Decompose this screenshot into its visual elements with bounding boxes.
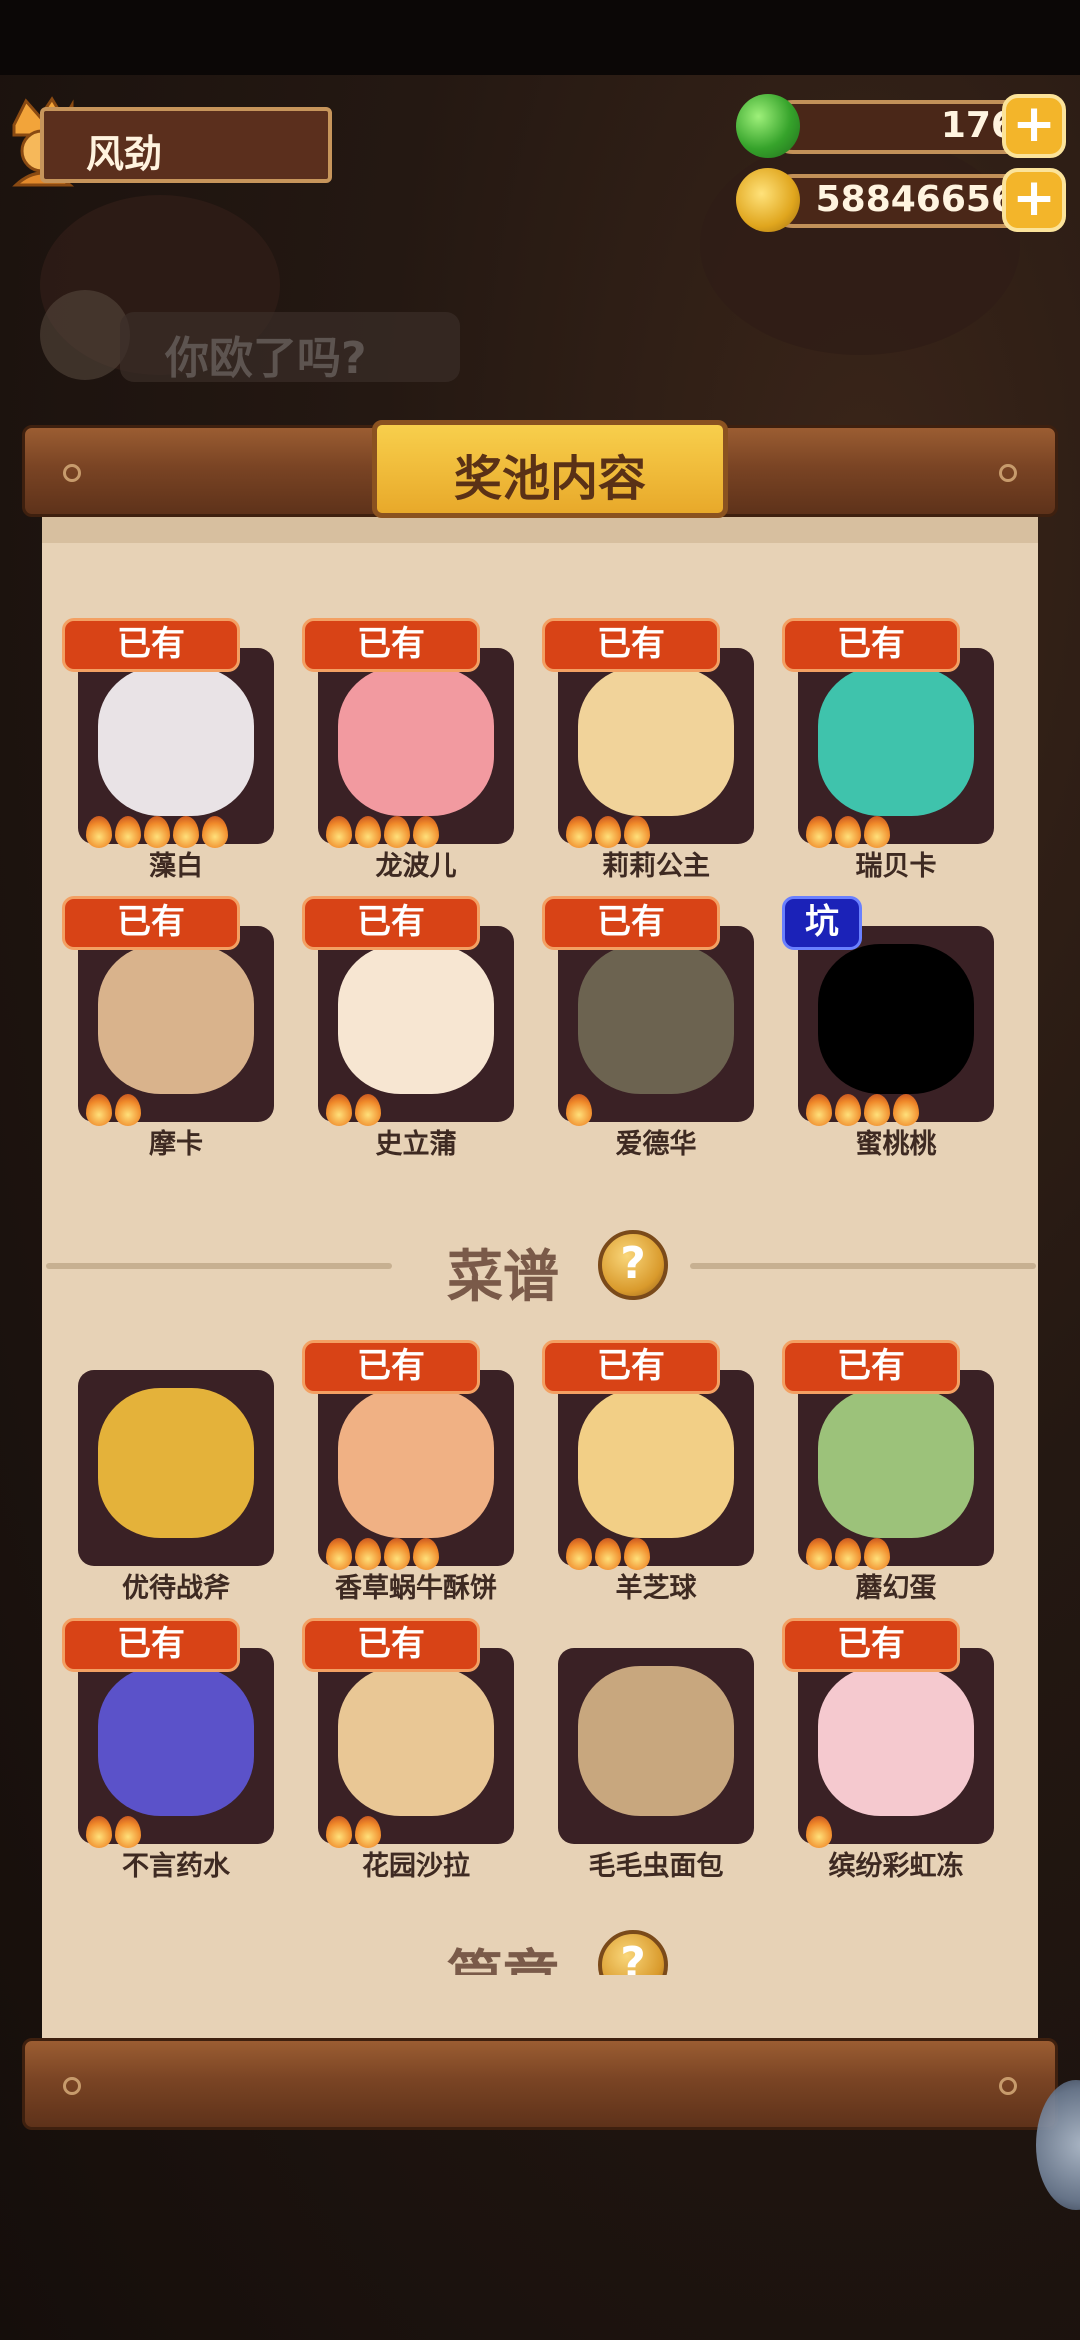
character-portrait <box>578 666 734 816</box>
character-card[interactable]: 已有藻白 <box>62 618 302 882</box>
jade-gem-icon <box>736 94 800 158</box>
add-gold-button[interactable]: + <box>1002 168 1066 232</box>
owned-badge: 已有 <box>542 618 720 672</box>
recipe-name: 香草蜗牛酥饼 <box>335 1573 497 1604</box>
character-name: 蜜桃桃 <box>855 1129 937 1160</box>
recipe-name: 不言药水 <box>122 1851 230 1882</box>
character-card[interactable]: 已有史立蒲 <box>302 896 542 1160</box>
character-card[interactable]: 已有莉莉公主 <box>542 618 782 882</box>
recipe-card[interactable]: 已有蘑幻蛋 <box>782 1340 1022 1604</box>
recipe-card[interactable]: 已有不言药水 <box>62 1618 302 1882</box>
add-jade-button[interactable]: + <box>1002 94 1066 158</box>
owned-badge: 已有 <box>62 618 240 672</box>
character-name: 藻白 <box>149 851 203 882</box>
recipe-card[interactable]: 已有缤纷彩虹冻 <box>782 1618 1022 1882</box>
recipe-name: 花园沙拉 <box>362 1851 470 1882</box>
recipe-card[interactable]: 已有花园沙拉 <box>302 1618 542 1882</box>
recipe-section-label: 菜谱 <box>447 1245 559 1310</box>
character-name: 爱德华 <box>615 1129 697 1160</box>
recipe-portrait <box>338 1666 494 1816</box>
recipe-portrait <box>818 1388 974 1538</box>
gold-amount: 58846656 <box>815 179 1016 220</box>
recipe-portrait <box>98 1666 254 1816</box>
gold-currency: 58846656 + <box>736 168 1066 232</box>
character-name: 瑞贝卡 <box>855 851 937 882</box>
scroll-rod-bottom <box>22 2038 1058 2130</box>
status-bar <box>0 0 1080 75</box>
next-section-header: 篇章 ? <box>42 1920 1038 1975</box>
owned-badge: 已有 <box>302 1618 480 1672</box>
recipe-name: 优待战斧 <box>122 1573 230 1604</box>
owned-badge: 已有 <box>542 896 720 950</box>
next-help-button[interactable]: ? <box>598 1930 668 1975</box>
owned-badge: 已有 <box>302 618 480 672</box>
owned-badge: 已有 <box>542 1340 720 1394</box>
owned-badge: 已有 <box>62 1618 240 1672</box>
character-name: 龙波儿 <box>375 851 457 882</box>
character-card[interactable]: 已有摩卡 <box>62 896 302 1160</box>
character-card[interactable]: 已有龙波儿 <box>302 618 542 882</box>
recipe-portrait <box>578 1666 734 1816</box>
character-card[interactable]: 已有爱德华 <box>542 896 782 1160</box>
recipe-card[interactable]: 已有羊芝球 <box>542 1340 782 1604</box>
panel-title: 奖池内容 <box>453 451 646 507</box>
gold-coin-icon <box>736 168 800 232</box>
owned-badge: 已有 <box>782 1340 960 1394</box>
character-name: 摩卡 <box>149 1129 203 1160</box>
recipe-card[interactable]: 毛毛虫面包 <box>542 1618 782 1882</box>
player-name: 风劲 <box>86 132 163 176</box>
character-portrait <box>98 944 254 1094</box>
next-section-label: 篇章 <box>447 1932 559 1975</box>
recipe-portrait <box>338 1388 494 1538</box>
recipe-portrait <box>578 1388 734 1538</box>
chick-icon <box>40 290 130 380</box>
recipe-name: 毛毛虫面包 <box>588 1851 724 1882</box>
chat-text: 你欧了吗? <box>165 333 367 384</box>
recipe-help-button[interactable]: ? <box>598 1230 668 1300</box>
character-card[interactable]: 已有瑞贝卡 <box>782 618 1022 882</box>
prize-list[interactable]: 菜谱 ? 篇章 ? 已有藻白已有龙波儿已有莉莉公主已有瑞贝卡已有摩卡已有史立蒲已… <box>42 560 1038 1975</box>
character-card[interactable]: 坑蜜桃桃 <box>782 896 1022 1160</box>
character-portrait <box>818 944 974 1094</box>
owned-badge: 已有 <box>302 896 480 950</box>
character-portrait <box>338 666 494 816</box>
character-name: 史立蒲 <box>375 1129 457 1160</box>
owned-badge: 已有 <box>782 1618 960 1672</box>
recipe-card[interactable]: 优待战斧 <box>62 1340 302 1604</box>
owned-badge: 已有 <box>302 1340 480 1394</box>
owned-badge: 已有 <box>62 896 240 950</box>
jade-currency: 176 + <box>736 94 1066 158</box>
recipe-name: 羊芝球 <box>615 1573 697 1604</box>
panel-title-plate: 奖池内容 <box>372 420 728 518</box>
owned-badge: 已有 <box>782 618 960 672</box>
character-name: 莉莉公主 <box>602 851 710 882</box>
recipe-section-header: 菜谱 ? <box>42 1220 1038 1310</box>
recipe-portrait <box>818 1666 974 1816</box>
character-portrait <box>818 666 974 816</box>
recipe-portrait <box>98 1388 254 1538</box>
character-portrait <box>338 944 494 1094</box>
player-badge[interactable]: 风劲 <box>40 107 332 183</box>
character-portrait <box>98 666 254 816</box>
background-chat-bubble: 你欧了吗? <box>40 290 460 400</box>
recipe-name: 缤纷彩虹冻 <box>828 1851 964 1882</box>
missing-badge: 坑 <box>782 896 862 950</box>
recipe-card[interactable]: 已有香草蜗牛酥饼 <box>302 1340 542 1604</box>
character-portrait <box>578 944 734 1094</box>
recipe-name: 蘑幻蛋 <box>855 1573 937 1604</box>
